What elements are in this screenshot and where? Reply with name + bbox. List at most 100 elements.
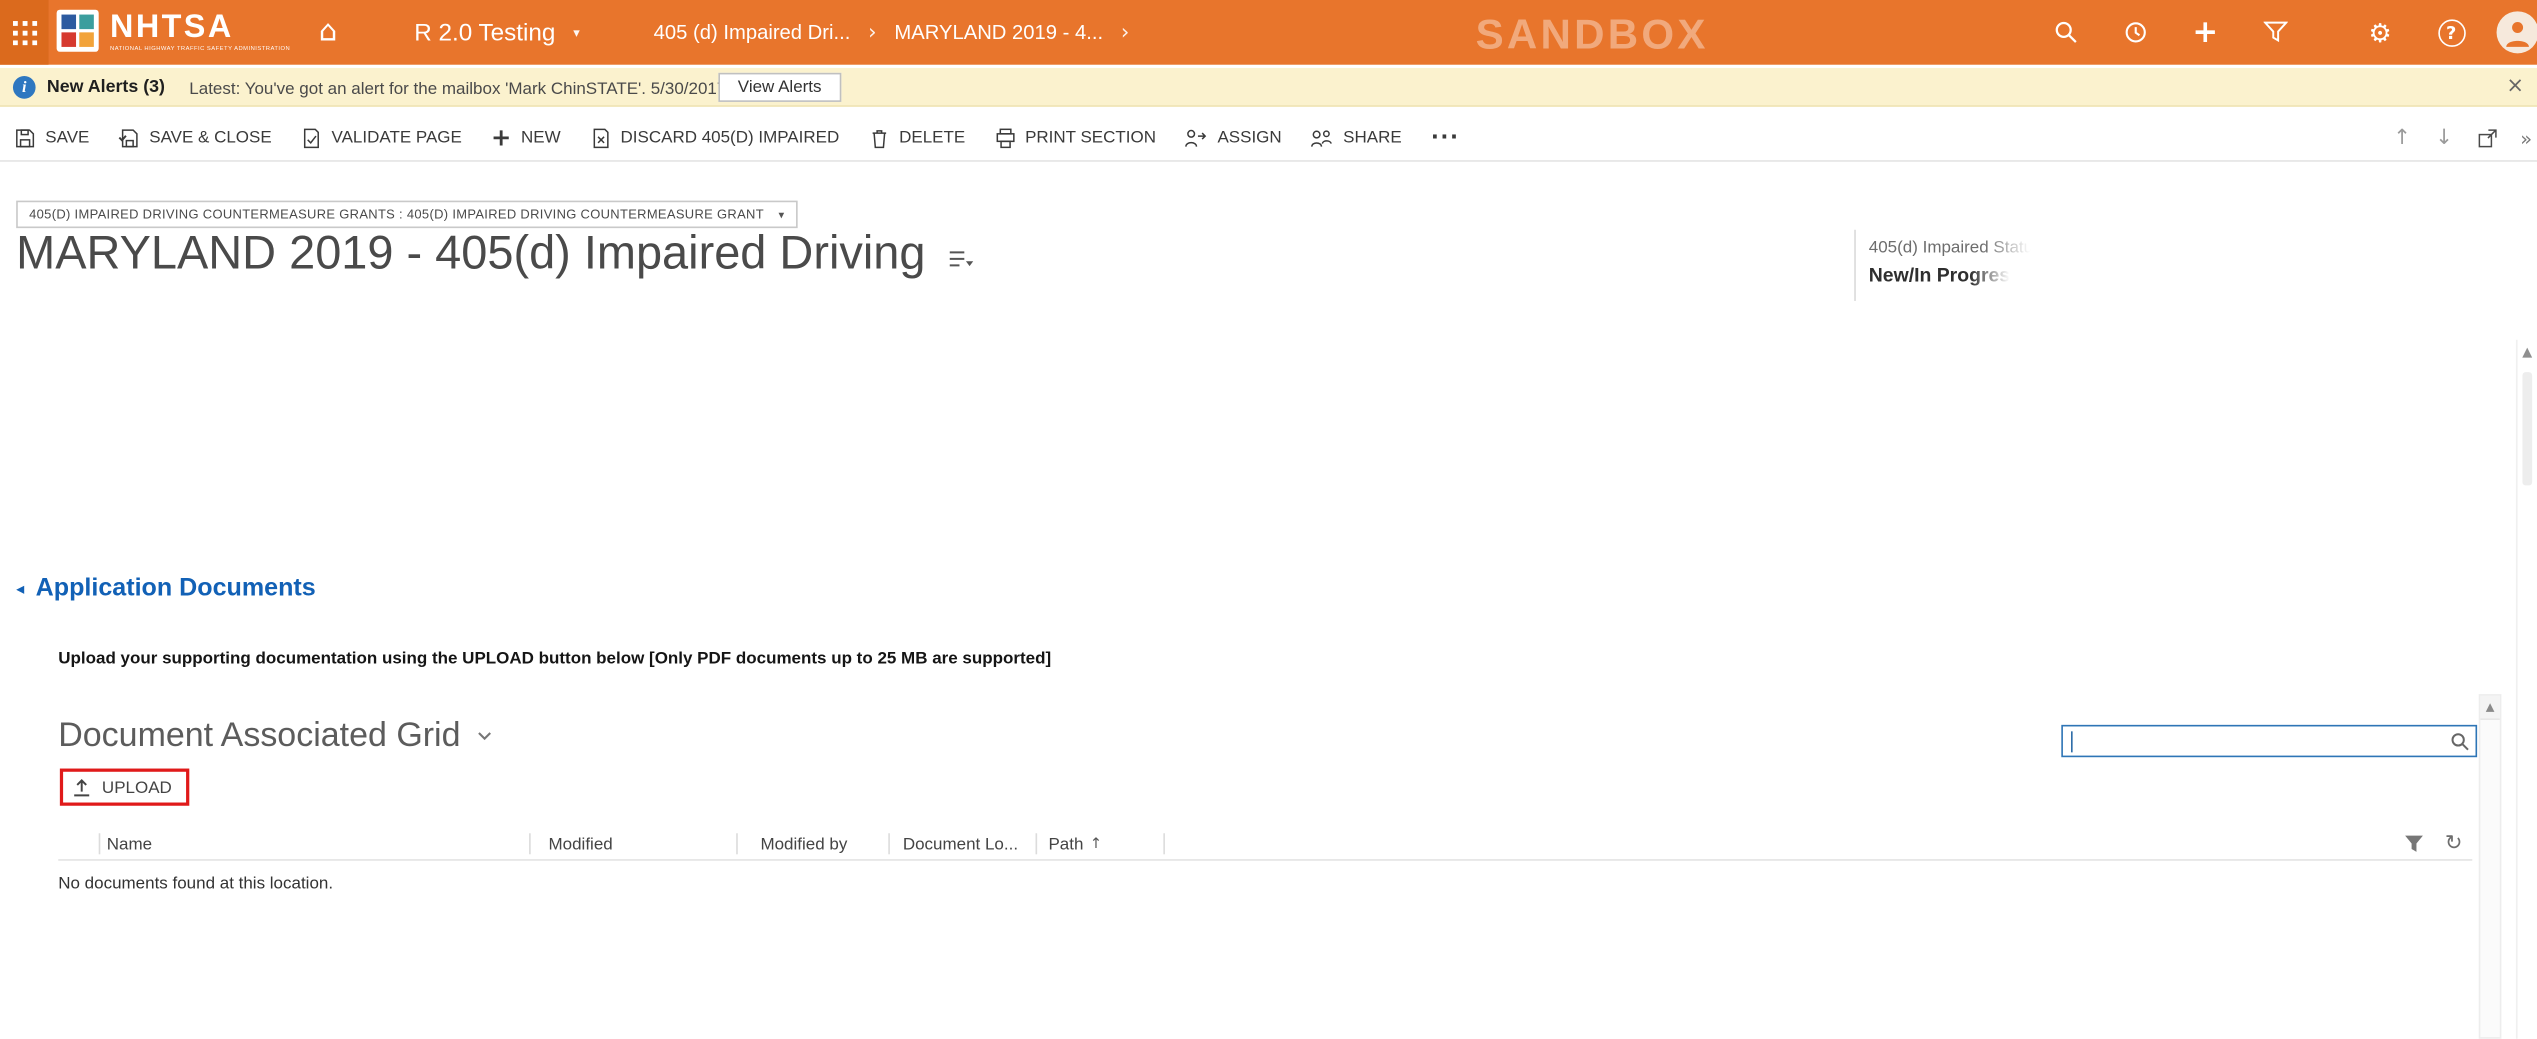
app-launcher-button[interactable] [0,0,49,65]
grid-header-row: Name Modified Modified by Document Lo...… [58,828,2472,860]
assign-icon [1185,127,1208,148]
quick-create-button[interactable]: + [2183,0,2228,65]
command-bar: SAVE SAVE & CLOSE VALIDATE PAGE + NEW DI… [0,115,2537,162]
discard-label: DISCARD 405(D) IMPAIRED [621,128,840,147]
filter-icon[interactable] [2404,835,2423,853]
gear-icon: ⚙ [2368,17,2391,48]
funnel-icon [2263,21,2287,44]
share-label: SHARE [1343,128,1402,147]
select-all-column[interactable] [58,833,100,854]
new-label: NEW [521,128,561,147]
person-icon [2501,16,2533,48]
page-title: MARYLAND 2019 - 405(d) Impaired Driving [16,225,925,283]
grid-scrollbar[interactable]: ▲ [2479,694,2502,1039]
column-header-path[interactable]: Path ↑ [1037,833,1165,854]
upload-label: UPLOAD [102,777,172,796]
grid-title-row[interactable]: Document Associated Grid [58,717,491,756]
user-avatar[interactable] [2497,11,2537,53]
brand-name: NHTSA [110,11,290,45]
grid-header-tools: ↻ [2404,833,2472,854]
collapse-pane-icon[interactable]: » [2520,128,2532,151]
top-navbar: NHTSA NATIONAL HIGHWAY TRAFFIC SAFETY AD… [0,0,2537,65]
previous-record-icon[interactable]: ↑ [2393,126,2411,150]
validate-icon [301,127,322,148]
upload-icon [71,777,92,798]
sandbox-watermark: SANDBOX [1476,10,1709,60]
share-button[interactable]: SHARE [1311,127,1402,148]
breadcrumb-item-record[interactable]: MARYLAND 2019 - 4... [894,21,1103,44]
save-button[interactable]: SAVE [15,127,90,148]
nhtsa-emblem-icon [57,10,99,52]
page-scrollbar[interactable]: ▲ [2516,340,2537,1039]
grid-search-button[interactable] [2450,731,2471,752]
settings-button[interactable]: ⚙ [2357,0,2402,65]
delete-label: DELETE [899,128,965,147]
header-field-divider [1854,230,1856,301]
new-button[interactable]: + NEW [491,128,561,147]
page-title-row: MARYLAND 2019 - 405(d) Impaired Driving [16,225,974,283]
advanced-find-button[interactable] [2252,0,2297,65]
upload-button[interactable]: UPLOAD [71,777,172,798]
recent-button[interactable] [2113,0,2158,65]
delete-button[interactable]: DELETE [868,127,965,148]
upload-instructions: Upload your supporting documentation usi… [58,649,1051,668]
grid-empty-message: No documents found at this location. [58,874,333,893]
next-record-icon[interactable]: ↓ [2435,126,2453,150]
alert-title: New Alerts (3) [47,78,165,97]
section-application-documents[interactable]: ◂ Application Documents [16,574,316,603]
help-button[interactable]: ? [2429,0,2474,65]
status-field-value[interactable]: New/In Progres [1869,264,2010,287]
column-label: Path [1048,834,1083,853]
search-button[interactable] [2044,0,2089,65]
grid-search-box [2061,725,2477,757]
section-collapse-icon: ◂ [16,580,24,598]
info-icon: i [13,76,36,99]
alert-message: Latest: You've got an alert for the mail… [189,79,793,98]
validate-page-label: VALIDATE PAGE [332,128,462,147]
chevron-down-icon: ▾ [779,208,785,221]
search-icon [2053,19,2079,45]
record-type-label: 405(D) IMPAIRED DRIVING COUNTERMEASURE G… [29,207,764,222]
validate-page-button[interactable]: VALIDATE PAGE [301,127,462,148]
more-commands-button[interactable]: ··· [1431,125,1460,149]
column-label: Modified [548,834,612,853]
scroll-up-icon[interactable]: ▲ [2480,696,2499,720]
section-title: Application Documents [36,574,316,603]
nhtsa-logo[interactable]: NHTSA NATIONAL HIGHWAY TRAFFIC SAFETY AD… [57,10,291,52]
save-label: SAVE [45,128,89,147]
discard-button[interactable]: DISCARD 405(D) IMPAIRED [590,127,839,148]
save-icon [15,127,36,148]
column-header-modified[interactable]: Modified [531,833,738,854]
form-selector-icon [948,249,974,268]
column-header-document-location[interactable]: Document Lo... [890,833,1037,854]
popout-button[interactable] [2477,128,2498,149]
status-field-label: 405(d) Impaired Statu [1869,238,2031,257]
save-close-label: SAVE & CLOSE [149,128,271,147]
form-selector-button[interactable] [948,249,974,268]
breadcrumb-item-entity[interactable]: 405 (d) Impaired Dri... [654,21,851,44]
app-name-label: R 2.0 Testing [414,19,555,47]
refresh-icon[interactable]: ↻ [2445,833,2463,854]
scrollbar-thumb[interactable] [2522,372,2532,485]
view-alerts-button[interactable]: View Alerts [718,73,841,102]
column-label: Name [107,834,152,853]
app-name-menu[interactable]: R 2.0 Testing ▾ [414,0,580,65]
help-icon: ? [2437,19,2465,47]
scroll-up-icon[interactable]: ▲ [2518,345,2537,360]
close-icon[interactable]: × [2506,74,2524,98]
save-and-close-button[interactable]: SAVE & CLOSE [118,127,271,148]
alert-bar: i New Alerts (3) Latest: You've got an a… [0,68,2537,107]
column-header-name[interactable]: Name [100,833,530,854]
grid-search-input[interactable] [2063,726,2476,755]
assign-button[interactable]: ASSIGN [1185,127,1282,148]
grid-title: Document Associated Grid [58,717,460,756]
column-label: Document Lo... [903,834,1018,853]
home-icon[interactable]: ⌂ [319,15,338,51]
app-window: NHTSA NATIONAL HIGHWAY TRAFFIC SAFETY AD… [0,0,2537,1039]
assign-label: ASSIGN [1217,128,1281,147]
column-header-modified-by[interactable]: Modified by [738,833,890,854]
chevron-right-icon: › [868,20,876,44]
print-section-button[interactable]: PRINT SECTION [994,127,1156,148]
share-icon [1311,127,1334,148]
column-label: Modified by [760,834,847,853]
